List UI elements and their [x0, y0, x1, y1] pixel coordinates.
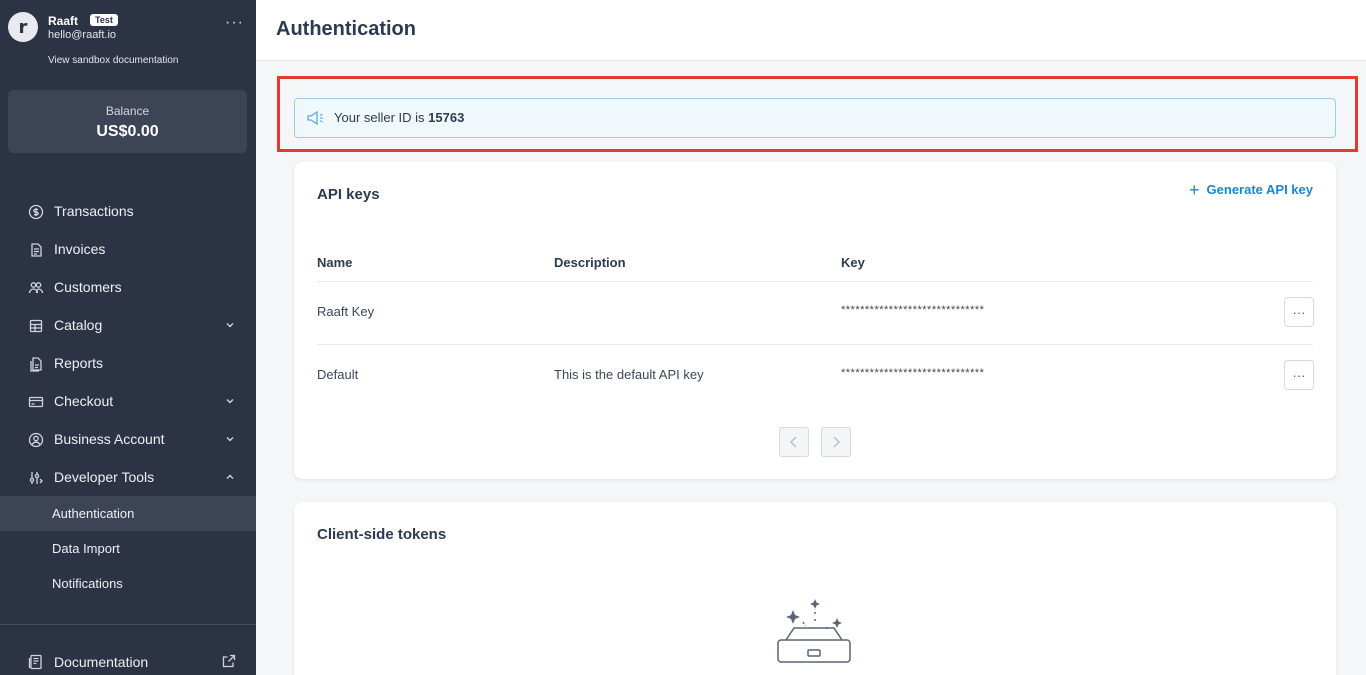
sidebar-item-catalog[interactable]: Catalog [0, 306, 256, 344]
balance-value: US$0.00 [96, 123, 159, 140]
api-keys-title: API keys [317, 186, 380, 203]
chevron-right-icon [833, 436, 840, 448]
catalog-icon [29, 319, 43, 333]
users-icon [28, 282, 44, 294]
dollar-circle-icon [28, 204, 44, 220]
sidebar-item-label: Developer Tools [54, 469, 155, 485]
book-icon [28, 654, 42, 670]
column-header-name: Name [317, 255, 353, 270]
plus-icon: + [1189, 179, 1200, 200]
chevron-up-icon [226, 474, 234, 479]
sidebar-item-label: Business Account [54, 431, 165, 447]
avatar: r [8, 12, 38, 42]
sidebar-item-label: Customers [54, 279, 122, 295]
sidebar-item-reports[interactable]: Reports [0, 344, 256, 382]
sidebar: r Raaft Test hello@raaft.io ··· View san… [0, 0, 256, 675]
api-key-name: Default [317, 367, 359, 382]
sidebar-item-invoices[interactable]: Invoices [0, 230, 256, 268]
api-key-masked: ****************************** [841, 367, 985, 379]
sidebar-item-label: Documentation [54, 654, 149, 670]
seller-id-banner: Your seller ID is 15763 [294, 98, 1336, 138]
api-key-name: Raaft Key [317, 304, 375, 319]
chevron-left-icon [790, 436, 797, 448]
api-key-masked: ****************************** [841, 304, 985, 316]
sidebar-nav: Transactions Invoices Customers Catalog … [0, 192, 256, 601]
chevron-down-icon [226, 323, 234, 328]
sidebar-subitem-notifications[interactable]: Notifications [0, 566, 256, 601]
api-keys-card: API keys + Generate API key Name Descrip… [294, 162, 1336, 479]
sidebar-item-label: Checkout [54, 393, 114, 409]
page-title: Authentication [276, 18, 416, 40]
sidebar-item-transactions[interactable]: Transactions [0, 192, 256, 230]
sidebar-item-checkout[interactable]: Checkout [0, 382, 256, 420]
chevron-down-icon [226, 399, 234, 404]
sandbox-docs-link[interactable]: View sandbox documentation [48, 55, 178, 66]
table-divider [317, 281, 1313, 282]
sidebar-item-documentation[interactable]: Documentation [0, 642, 256, 675]
row-actions-button[interactable]: ··· [1284, 360, 1314, 390]
report-icon [30, 357, 42, 372]
pagination-next-button[interactable] [821, 427, 851, 457]
external-link-icon [222, 654, 236, 668]
sidebar-subitem-label: Notifications [52, 576, 123, 591]
user-circle-icon [28, 432, 44, 448]
sidebar-subitem-label: Data Import [52, 541, 120, 556]
sliders-icon [29, 472, 43, 484]
column-header-description: Description [554, 255, 626, 270]
sidebar-item-developer-tools[interactable]: Developer Tools [0, 458, 256, 496]
empty-box-sparkle-icon [777, 599, 851, 663]
test-mode-badge: Test [90, 14, 118, 26]
account-name: Raaft [48, 14, 79, 28]
page-header: Authentication [256, 0, 1366, 61]
table-divider [317, 344, 1313, 345]
sidebar-divider [0, 624, 256, 625]
sidebar-item-label: Transactions [54, 203, 134, 219]
sidebar-subitem-label: Authentication [52, 506, 135, 521]
account-email: hello@raaft.io [48, 29, 117, 41]
chevron-down-icon [226, 437, 234, 442]
row-actions-button[interactable]: ··· [1284, 297, 1314, 327]
sidebar-item-business-account[interactable]: Business Account [0, 420, 256, 458]
client-side-tokens-card: Client-side tokens [294, 502, 1336, 675]
client-side-tokens-title: Client-side tokens [317, 526, 447, 543]
sidebar-item-label: Invoices [54, 241, 106, 257]
sidebar-item-label: Catalog [54, 317, 103, 333]
megaphone-icon [307, 110, 323, 126]
invoice-icon [31, 243, 42, 257]
more-horizontal-icon[interactable]: ··· [225, 14, 244, 32]
column-header-key: Key [841, 255, 865, 270]
seller-id-value: 15763 [428, 110, 465, 125]
sidebar-subitem-data-import[interactable]: Data Import [0, 531, 256, 566]
sidebar-item-label: Reports [54, 355, 104, 371]
seller-id-text: Your seller ID is 15763 [334, 110, 465, 125]
sidebar-subitem-authentication[interactable]: Authentication [0, 496, 256, 531]
generate-api-key-button[interactable]: + Generate API key [1189, 179, 1313, 200]
sidebar-item-customers[interactable]: Customers [0, 268, 256, 306]
balance-label: Balance [105, 104, 150, 118]
pagination-prev-button[interactable] [779, 427, 809, 457]
credit-card-icon [28, 396, 44, 408]
api-key-description: This is the default API key [554, 367, 704, 382]
balance-panel: Balance US$0.00 [8, 90, 247, 153]
